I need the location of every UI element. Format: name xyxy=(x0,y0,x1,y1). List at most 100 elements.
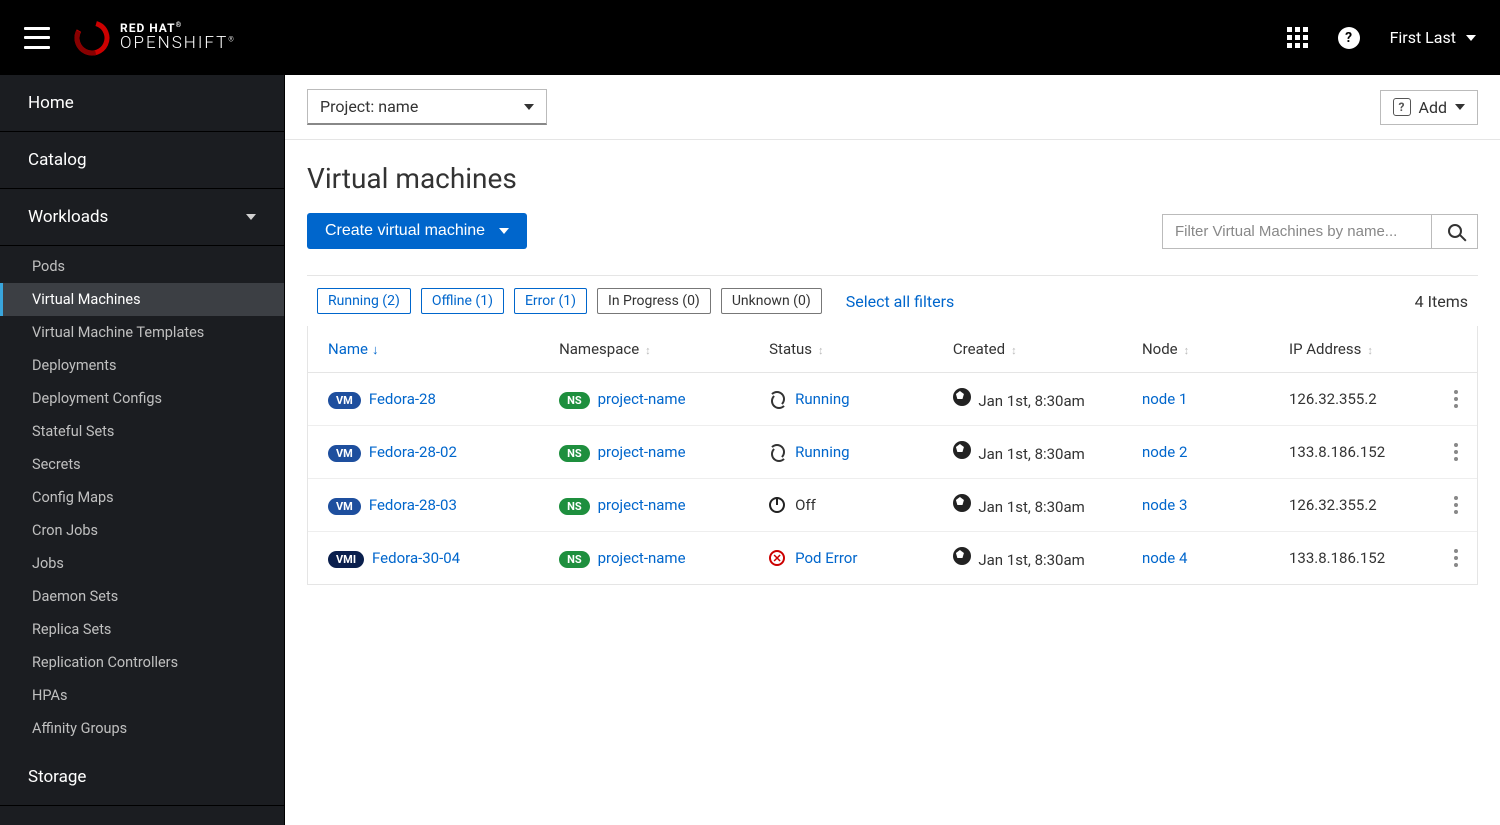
created-text: Jan 1st, 8:30am xyxy=(978,498,1084,516)
app-launcher-icon[interactable] xyxy=(1287,27,1308,48)
namespace-link[interactable]: project-name xyxy=(598,443,686,461)
col-namespace[interactable]: Namespace↕ xyxy=(539,326,749,373)
sidebar-sub-item[interactable]: Config Maps xyxy=(0,481,284,514)
chevron-down-icon xyxy=(524,104,534,110)
help-icon[interactable]: ? xyxy=(1338,27,1360,49)
namespace-link[interactable]: project-name xyxy=(598,390,686,408)
row-actions-kebab[interactable] xyxy=(1447,390,1465,408)
create-vm-button[interactable]: Create virtual machine xyxy=(307,213,527,249)
error-icon: ✕ xyxy=(769,550,785,566)
status-link[interactable]: Running xyxy=(795,390,849,408)
node-link[interactable]: node 1 xyxy=(1142,390,1187,408)
sort-icon: ↕ xyxy=(1367,344,1369,357)
filter-input[interactable] xyxy=(1162,214,1432,249)
status-link[interactable]: Running xyxy=(795,443,849,461)
row-actions-kebab[interactable] xyxy=(1447,549,1465,567)
vm-name-link[interactable]: Fedora-30-04 xyxy=(372,549,460,567)
globe-icon xyxy=(953,388,971,406)
chevron-down-icon xyxy=(499,228,509,234)
sidebar-sub-item[interactable]: Cron Jobs xyxy=(0,514,284,547)
col-ip[interactable]: IP Address↕ xyxy=(1269,326,1427,373)
node-link[interactable]: node 3 xyxy=(1142,496,1187,514)
user-menu[interactable]: First Last xyxy=(1390,28,1476,47)
sidebar-sub-item[interactable]: Jobs xyxy=(0,547,284,580)
filter-chip[interactable]: Error (1) xyxy=(514,288,587,314)
vm-name-link[interactable]: Fedora-28-02 xyxy=(369,443,457,461)
ns-badge: NS xyxy=(559,551,590,568)
col-status[interactable]: Status↕ xyxy=(749,326,933,373)
sidebar-sub-item[interactable]: HPAs xyxy=(0,679,284,712)
add-button-label: Add xyxy=(1419,98,1447,117)
project-selector[interactable]: Project: name xyxy=(307,89,547,125)
sidebar-item-workloads[interactable]: Workloads xyxy=(0,189,284,246)
sort-icon: ↕ xyxy=(1011,344,1013,357)
sidebar-sub-item[interactable]: Replication Controllers xyxy=(0,646,284,679)
vm-table: Name↓ Namespace↕ Status↕ Created↕ Node↕ xyxy=(307,326,1478,585)
kind-badge: VM xyxy=(328,498,361,515)
sort-icon: ↕ xyxy=(645,344,647,357)
sidebar: Home Catalog Workloads PodsVirtual Machi… xyxy=(0,75,285,825)
sidebar-item-catalog[interactable]: Catalog xyxy=(0,132,284,189)
status-link[interactable]: Pod Error xyxy=(795,549,857,567)
sidebar-sub-item[interactable]: Affinity Groups xyxy=(0,712,284,745)
table-row: VMFedora-28NSproject-nameRunning Jan 1st… xyxy=(308,373,1477,426)
globe-icon xyxy=(953,441,971,459)
row-actions-kebab[interactable] xyxy=(1447,496,1465,514)
namespace-link[interactable]: project-name xyxy=(598,496,686,514)
openshift-logo-icon xyxy=(74,20,110,56)
brand: RED HAT® OPENSHIFT® xyxy=(74,20,236,56)
kind-badge: VM xyxy=(328,445,361,462)
filter-chip[interactable]: Offline (1) xyxy=(421,288,504,314)
created-text: Jan 1st, 8:30am xyxy=(978,392,1084,410)
sidebar-sub-item[interactable]: Deployments xyxy=(0,349,284,382)
col-node[interactable]: Node↕ xyxy=(1122,326,1269,373)
search-button[interactable] xyxy=(1432,214,1478,249)
kind-badge: VM xyxy=(328,392,361,409)
filter-chip[interactable]: Running (2) xyxy=(317,288,411,314)
node-link[interactable]: node 4 xyxy=(1142,549,1187,567)
sidebar-sub-item[interactable]: Secrets xyxy=(0,448,284,481)
vm-name-link[interactable]: Fedora-28 xyxy=(369,390,436,408)
add-button[interactable]: ? Add xyxy=(1380,90,1478,125)
project-bar: Project: name ? Add xyxy=(285,75,1500,140)
vm-name-link[interactable]: Fedora-28-03 xyxy=(369,496,457,514)
sidebar-sub-item[interactable]: Replica Sets xyxy=(0,613,284,646)
sidebar-workloads-sub: PodsVirtual MachinesVirtual Machine Temp… xyxy=(0,246,284,749)
table-row: VMIFedora-30-04NSproject-name✕Pod Error … xyxy=(308,532,1477,585)
ns-badge: NS xyxy=(559,445,590,462)
sync-icon xyxy=(769,391,785,407)
namespace-link[interactable]: project-name xyxy=(598,549,686,567)
col-actions xyxy=(1427,326,1477,373)
ns-badge: NS xyxy=(559,498,590,515)
brand-text: RED HAT® OPENSHIFT® xyxy=(120,22,236,52)
masthead: RED HAT® OPENSHIFT® ? First Last xyxy=(0,0,1500,75)
page-header: Virtual machines Create virtual machine xyxy=(285,140,1500,275)
ip-text: 126.32.355.2 xyxy=(1289,496,1377,514)
row-actions-kebab[interactable] xyxy=(1447,443,1465,461)
sidebar-sub-item[interactable]: Deployment Configs xyxy=(0,382,284,415)
hamburger-menu-icon[interactable] xyxy=(24,27,50,49)
sort-down-icon: ↓ xyxy=(372,343,379,358)
col-created[interactable]: Created↕ xyxy=(933,326,1122,373)
sidebar-sub-item[interactable]: Virtual Machines xyxy=(0,283,284,316)
sidebar-sub-item[interactable]: Daemon Sets xyxy=(0,580,284,613)
col-name[interactable]: Name↓ xyxy=(308,326,539,373)
filter-chip[interactable]: In Progress (0) xyxy=(597,288,711,314)
sidebar-item-storage[interactable]: Storage xyxy=(0,749,284,806)
status-text: Off xyxy=(795,496,816,514)
sidebar-sub-item[interactable]: Virtual Machine Templates xyxy=(0,316,284,349)
create-vm-button-label: Create virtual machine xyxy=(325,222,485,240)
node-link[interactable]: node 2 xyxy=(1142,443,1187,461)
globe-icon xyxy=(953,547,971,565)
ip-text: 133.8.186.152 xyxy=(1289,549,1385,567)
select-all-filters[interactable]: Select all filters xyxy=(846,292,955,311)
sidebar-item-home[interactable]: Home xyxy=(0,75,284,132)
filter-chip[interactable]: Unknown (0) xyxy=(721,288,822,314)
item-count: 4 Items xyxy=(1415,292,1468,311)
power-off-icon xyxy=(769,497,785,513)
user-name: First Last xyxy=(1390,28,1456,47)
sync-icon xyxy=(769,444,785,460)
sidebar-sub-item[interactable]: Pods xyxy=(0,250,284,283)
chevron-down-icon xyxy=(246,214,256,220)
sidebar-sub-item[interactable]: Stateful Sets xyxy=(0,415,284,448)
